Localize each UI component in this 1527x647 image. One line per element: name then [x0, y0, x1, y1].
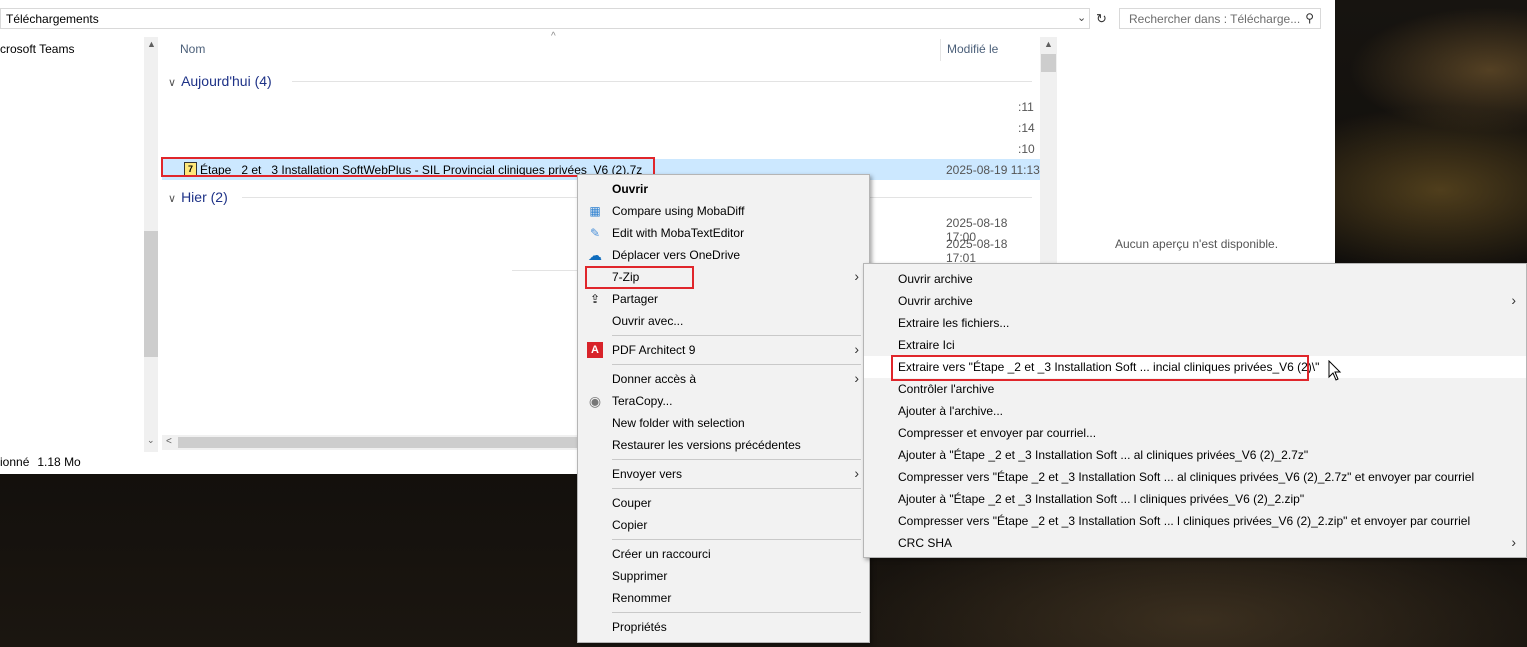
mobadiff-icon: ▦ — [589, 204, 601, 218]
menu-separator — [612, 612, 861, 613]
onedrive-icon: ☁ — [588, 247, 602, 263]
status-bar: ionné 1.18 Mo — [0, 455, 89, 469]
chevron-right-icon: › — [854, 341, 859, 357]
scroll-up-icon[interactable]: ▲ — [147, 39, 156, 49]
menu-item-new-folder-selection[interactable]: New folder with selection — [578, 412, 869, 434]
search-placeholder: Rechercher dans : Télécharge... — [1129, 12, 1301, 26]
file-date: 2025-08-18 17:01 — [946, 237, 1008, 265]
menu-item-onedrive[interactable]: ☁ Déplacer vers OneDrive — [578, 244, 869, 266]
status-selection: ionné — [0, 455, 30, 469]
nav-scrollbar[interactable]: ▲ ⌄ — [144, 37, 158, 452]
chevron-right-icon: › — [854, 370, 859, 386]
chevron-right-icon: › — [1511, 534, 1516, 550]
submenu-item-add-to-archive[interactable]: Ajouter à l'archive... — [864, 400, 1526, 422]
status-size: 1.18 Mo — [37, 455, 81, 469]
file-name: Étape _2 et _3 Installation SoftWebPlus … — [200, 163, 643, 177]
chevron-right-icon: › — [854, 465, 859, 481]
menu-item-pdf-architect[interactable]: A PDF Architect 9 › — [578, 339, 869, 361]
group-header-yesterday[interactable]: ∨ Hier (2) — [168, 189, 228, 205]
scroll-thumb[interactable] — [178, 437, 578, 448]
mobatexteditor-icon: ✎ — [589, 226, 601, 240]
address-bar[interactable]: Téléchargements ⌄ — [0, 8, 1090, 29]
chevron-right-icon: › — [1511, 292, 1516, 308]
scroll-down-icon[interactable]: ⌄ — [147, 435, 155, 446]
preview-message: Aucun aperçu n'est disponible. — [1115, 237, 1279, 251]
scroll-up-icon[interactable]: ▲ — [1044, 39, 1053, 49]
scroll-thumb[interactable] — [144, 231, 158, 357]
menu-item-open-with[interactable]: Ouvrir avec... — [578, 310, 869, 332]
menu-item-mobadiff[interactable]: ▦ Compare using MobaDiff — [578, 200, 869, 222]
chevron-down-icon[interactable]: ∨ — [168, 77, 176, 89]
menu-item-copy[interactable]: Copier — [578, 514, 869, 536]
submenu-item-extract-here[interactable]: Extraire Ici — [864, 334, 1526, 356]
scroll-left-icon[interactable]: < — [166, 436, 172, 447]
nav-item-teams[interactable]: crosoft Teams — [0, 42, 74, 56]
menu-separator — [612, 488, 861, 489]
menu-separator — [612, 459, 861, 460]
search-input[interactable]: Rechercher dans : Télécharge... ⚲ — [1119, 8, 1321, 29]
date-fragment: :14 — [1018, 121, 1035, 135]
date-fragment: :10 — [1018, 142, 1035, 156]
menu-item-send-to[interactable]: Envoyer vers › — [578, 463, 869, 485]
column-separator[interactable] — [940, 39, 941, 61]
group-divider — [292, 81, 1032, 82]
submenu-item-test-archive[interactable]: Contrôler l'archive — [864, 378, 1526, 400]
submenu-item-open-archive-more[interactable]: Ouvrir archive › — [864, 290, 1526, 312]
column-header-date[interactable]: Modifié le — [947, 42, 998, 56]
submenu-item-add-zip[interactable]: Ajouter à "Étape _2 et _3 Installation S… — [864, 488, 1526, 510]
menu-item-7zip[interactable]: 7-Zip › — [578, 266, 869, 288]
7z-file-icon: 7 — [184, 162, 197, 177]
chevron-right-icon: › — [854, 268, 859, 284]
scroll-thumb[interactable] — [1041, 54, 1056, 72]
file-date: 2025-08-19 11:13 — [946, 163, 1040, 177]
menu-item-restore-versions[interactable]: Restaurer les versions précédentes — [578, 434, 869, 456]
submenu-item-extract-to[interactable]: Extraire vers "Étape _2 et _3 Installati… — [864, 356, 1526, 378]
navigation-pane: crosoft Teams — [0, 37, 144, 452]
menu-separator — [612, 335, 861, 336]
submenu-item-compress-email[interactable]: Compresser et envoyer par courriel... — [864, 422, 1526, 444]
menu-item-create-shortcut[interactable]: Créer un raccourci — [578, 543, 869, 565]
chevron-down-icon[interactable]: ∨ — [168, 193, 176, 205]
column-header-name[interactable]: Nom — [180, 42, 205, 56]
menu-separator — [612, 364, 861, 365]
teracopy-icon: ◉ — [588, 393, 602, 409]
submenu-item-crc-sha[interactable]: CRC SHA › — [864, 532, 1526, 554]
sort-ascending-icon: ^ — [551, 31, 556, 42]
menu-item-share[interactable]: ⇪ Partager — [578, 288, 869, 310]
menu-item-mobatexteditor[interactable]: ✎ Edit with MobaTextEditor — [578, 222, 869, 244]
refresh-icon[interactable]: ↻ — [1093, 9, 1110, 28]
address-path: Téléchargements — [6, 12, 99, 26]
menu-item-cut[interactable]: Couper — [578, 492, 869, 514]
menu-separator — [612, 539, 861, 540]
date-fragment: :11 — [1018, 100, 1034, 114]
7zip-submenu: Ouvrir archive Ouvrir archive › Extraire… — [863, 263, 1527, 558]
pdf-architect-icon: A — [587, 342, 603, 358]
menu-item-rename[interactable]: Renommer — [578, 587, 869, 609]
submenu-item-open-archive[interactable]: Ouvrir archive — [864, 268, 1526, 290]
menu-item-open[interactable]: Ouvrir — [578, 178, 869, 200]
search-icon: ⚲ — [1305, 11, 1314, 25]
menu-item-properties[interactable]: Propriétés — [578, 616, 869, 638]
share-icon: ⇪ — [589, 292, 601, 306]
context-menu: Ouvrir ▦ Compare using MobaDiff ✎ Edit w… — [577, 174, 870, 643]
submenu-item-compress-zip-email[interactable]: Compresser vers "Étape _2 et _3 Installa… — [864, 510, 1526, 532]
menu-item-teracopy[interactable]: ◉ TeraCopy... — [578, 390, 869, 412]
submenu-item-extract-files[interactable]: Extraire les fichiers... — [864, 312, 1526, 334]
chevron-down-icon[interactable]: ⌄ — [1077, 11, 1086, 24]
menu-item-delete[interactable]: Supprimer — [578, 565, 869, 587]
submenu-item-compress-7z-email[interactable]: Compresser vers "Étape _2 et _3 Installa… — [864, 466, 1526, 488]
menu-item-give-access[interactable]: Donner accès à › — [578, 368, 869, 390]
submenu-item-add-7z[interactable]: Ajouter à "Étape _2 et _3 Installation S… — [864, 444, 1526, 466]
group-header-today[interactable]: ∨ Aujourd'hui (4) — [168, 73, 272, 89]
mouse-pointer-icon — [1328, 360, 1342, 381]
